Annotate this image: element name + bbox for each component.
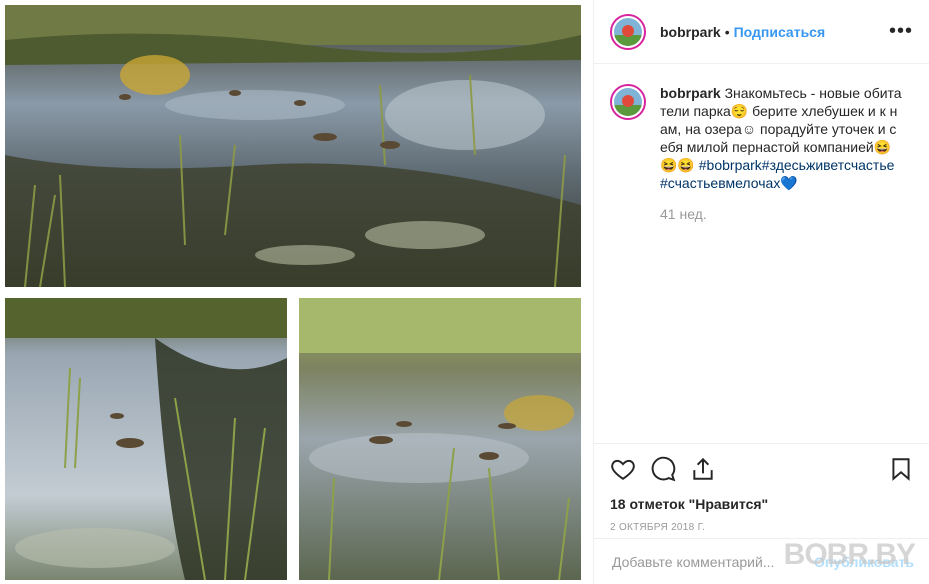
caption-area: bobrpark Знакомьтесь - новые обитатели п… (594, 64, 929, 442)
caption-avatar[interactable] (610, 84, 646, 120)
separator-dot: • (724, 23, 730, 40)
comment-bar: Опубликовать (594, 538, 929, 584)
post-age[interactable]: 41 нед. (660, 206, 914, 222)
pond-photo-bottom-right (299, 298, 581, 580)
comment-icon[interactable] (650, 456, 676, 482)
post-actions: 18 отметок "Нравится" 2 октября 2018 г. … (594, 443, 929, 584)
heart-icon[interactable] (610, 456, 636, 482)
post-username[interactable]: bobrpark (660, 24, 721, 40)
comment-input[interactable] (610, 552, 815, 571)
share-icon[interactable] (690, 456, 716, 482)
publish-button[interactable]: Опубликовать (814, 554, 914, 570)
avatar[interactable] (610, 13, 646, 50)
post-sidepanel: bobrpark • Подписаться ••• bobrpark Знак… (593, 0, 929, 584)
bookmark-icon[interactable] (888, 456, 914, 482)
likes-count[interactable]: 18 отметок "Нравится" (610, 496, 914, 512)
pond-photo-top (5, 5, 581, 287)
caption-username[interactable]: bobrpark (660, 85, 721, 101)
more-horizontal-icon[interactable]: ••• (889, 20, 913, 43)
post-date: 2 октября 2018 г. (610, 522, 706, 533)
follow-button[interactable]: Подписаться (734, 24, 826, 40)
caption-hashtags[interactable]: #bobrpark#здесьживетсчастье#счастьевмело… (660, 157, 894, 191)
post-media[interactable] (0, 0, 593, 584)
pond-photo-bottom-left (5, 298, 287, 580)
post-header: bobrpark • Подписаться ••• (594, 0, 929, 64)
caption-text: bobrpark Знакомьтесь - новые обитатели п… (660, 84, 902, 192)
